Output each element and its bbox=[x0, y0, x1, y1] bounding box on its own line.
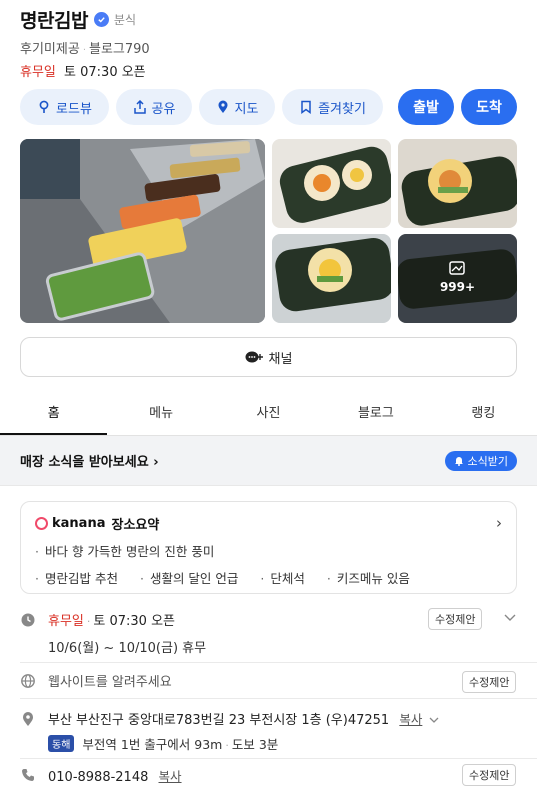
divider bbox=[20, 698, 537, 699]
share-icon bbox=[133, 100, 146, 114]
favorite-button[interactable]: 즐겨찾기 bbox=[282, 89, 383, 125]
tab-ranking[interactable]: 랭킹 bbox=[430, 394, 537, 435]
open-time: 토 07:30 오픈 bbox=[64, 65, 146, 80]
roadview-icon bbox=[39, 100, 49, 113]
address-text: 부산 부산진구 중앙대로783번길 23 부전시장 1층 (우)47251 bbox=[48, 713, 390, 728]
location-pin-icon bbox=[23, 712, 33, 726]
globe-icon bbox=[21, 674, 35, 688]
tab-menu[interactable]: 메뉴 bbox=[107, 394, 214, 435]
kanana-ring-icon bbox=[35, 517, 48, 530]
summary-item: 단체석 bbox=[260, 568, 305, 587]
summary-label: 장소요약 bbox=[111, 518, 160, 533]
place-stats: 후기미제공 · 블로그790 bbox=[20, 42, 150, 57]
phone-icon bbox=[22, 769, 34, 781]
phone-row: 010-8988-2148 복사 bbox=[0, 766, 537, 786]
chat-plus-icon bbox=[245, 351, 263, 363]
copy-phone-link[interactable]: 복사 bbox=[159, 769, 182, 784]
review-status: 후기미제공 bbox=[20, 42, 80, 57]
holiday-period: 10/6(월) ~ 10/10(금) 휴무 bbox=[48, 641, 207, 656]
channel-button[interactable]: 채널 bbox=[20, 337, 517, 377]
verified-icon bbox=[93, 11, 109, 27]
photo-gallery: 999+ bbox=[20, 139, 517, 323]
map-button[interactable]: 지도 bbox=[199, 89, 275, 125]
place-header: 명란김밥 분식 후기미제공 · 블로그790 휴무일 토 07:30 오픈 bbox=[20, 6, 520, 81]
gallery-photo-more[interactable]: 999+ bbox=[398, 234, 517, 323]
subway-line-badge: 동해 bbox=[48, 735, 75, 752]
bookmark-icon bbox=[301, 100, 311, 114]
hours-suggest-edit-button[interactable]: 수정제안 bbox=[428, 608, 483, 630]
closed-label: 휴무일 bbox=[20, 65, 56, 80]
website-suggest-edit-button[interactable]: 수정제안 bbox=[462, 671, 517, 693]
divider bbox=[20, 662, 537, 663]
blog-label[interactable]: 블로그 bbox=[89, 42, 125, 57]
place-category: 분식 bbox=[113, 12, 137, 27]
depart-button[interactable]: 출발 bbox=[398, 89, 454, 125]
more-photos-count: 999+ bbox=[439, 280, 476, 294]
gallery-photo-1[interactable] bbox=[272, 139, 391, 228]
chevron-right-icon[interactable]: › bbox=[496, 514, 502, 532]
summary-line-2: 명란김밥 추천 생활의 달인 언급 단체석 키즈메뉴 있음 bbox=[35, 568, 502, 587]
chevron-right-icon: › bbox=[153, 455, 159, 470]
main-photo[interactable] bbox=[20, 139, 265, 323]
news-banner[interactable]: 매장 소식을 받아보세요 › 소식받기 bbox=[0, 436, 537, 486]
tab-blog[interactable]: 블로그 bbox=[322, 394, 429, 435]
hours-open: 토 07:30 오픈 bbox=[93, 614, 175, 629]
tab-bar: 홈 메뉴 사진 블로그 랭킹 bbox=[0, 394, 537, 436]
summary-item: 바다 향 가득한 명란의 진한 풍미 bbox=[35, 541, 214, 560]
share-button[interactable]: 공유 bbox=[116, 89, 192, 125]
tab-home[interactable]: 홈 bbox=[0, 394, 108, 435]
summary-item: 명란김밥 추천 bbox=[35, 568, 118, 587]
place-summary-card[interactable]: kanana 장소요약 › 바다 향 가득한 명란의 진한 풍미 명란김밥 추천… bbox=[20, 501, 517, 594]
divider bbox=[20, 758, 537, 759]
clock-icon bbox=[21, 613, 35, 627]
arrive-button[interactable]: 도착 bbox=[461, 89, 517, 125]
subscribe-news-button[interactable]: 소식받기 bbox=[444, 450, 517, 471]
walk-time: 도보 3분 bbox=[231, 737, 279, 752]
website-row[interactable]: 웹사이트를 알려주세요 bbox=[0, 671, 537, 691]
blog-count[interactable]: 790 bbox=[125, 42, 150, 57]
chevron-down-icon[interactable] bbox=[429, 717, 439, 724]
directions-text: 부전역 1번 출구에서 93m bbox=[82, 737, 223, 752]
summary-line-1: 바다 향 가득한 명란의 진한 풍미 bbox=[35, 541, 502, 560]
gallery-photo-2[interactable] bbox=[398, 139, 517, 228]
action-bar: 로드뷰 공유 지도 즐겨찾기 bbox=[20, 89, 383, 125]
hours-closed: 휴무일 bbox=[48, 614, 84, 629]
kanana-logo: kanana bbox=[35, 516, 105, 531]
copy-address-link[interactable]: 복사 bbox=[399, 712, 422, 727]
place-title: 명란김밥 bbox=[20, 9, 88, 32]
open-status: 휴무일 토 07:30 오픈 bbox=[20, 61, 520, 80]
summary-item: 키즈메뉴 있음 bbox=[327, 568, 410, 587]
gallery-photo-3[interactable] bbox=[272, 234, 391, 323]
address-row: 부산 부산진구 중앙대로783번길 23 부전시장 1층 (우)47251 복사… bbox=[0, 709, 537, 755]
roadview-button[interactable]: 로드뷰 bbox=[20, 89, 109, 125]
chevron-down-icon[interactable] bbox=[504, 614, 516, 622]
phone-suggest-edit-button[interactable]: 수정제안 bbox=[462, 764, 517, 786]
summary-item: 생활의 달인 언급 bbox=[140, 568, 238, 587]
bell-icon bbox=[454, 457, 463, 466]
website-prompt: 웹사이트를 알려주세요 bbox=[48, 675, 172, 690]
location-pin-icon bbox=[218, 100, 228, 113]
phone-number[interactable]: 010-8988-2148 bbox=[48, 770, 148, 785]
news-title: 매장 소식을 받아보세요 › bbox=[20, 455, 159, 470]
tab-photos[interactable]: 사진 bbox=[215, 394, 322, 435]
